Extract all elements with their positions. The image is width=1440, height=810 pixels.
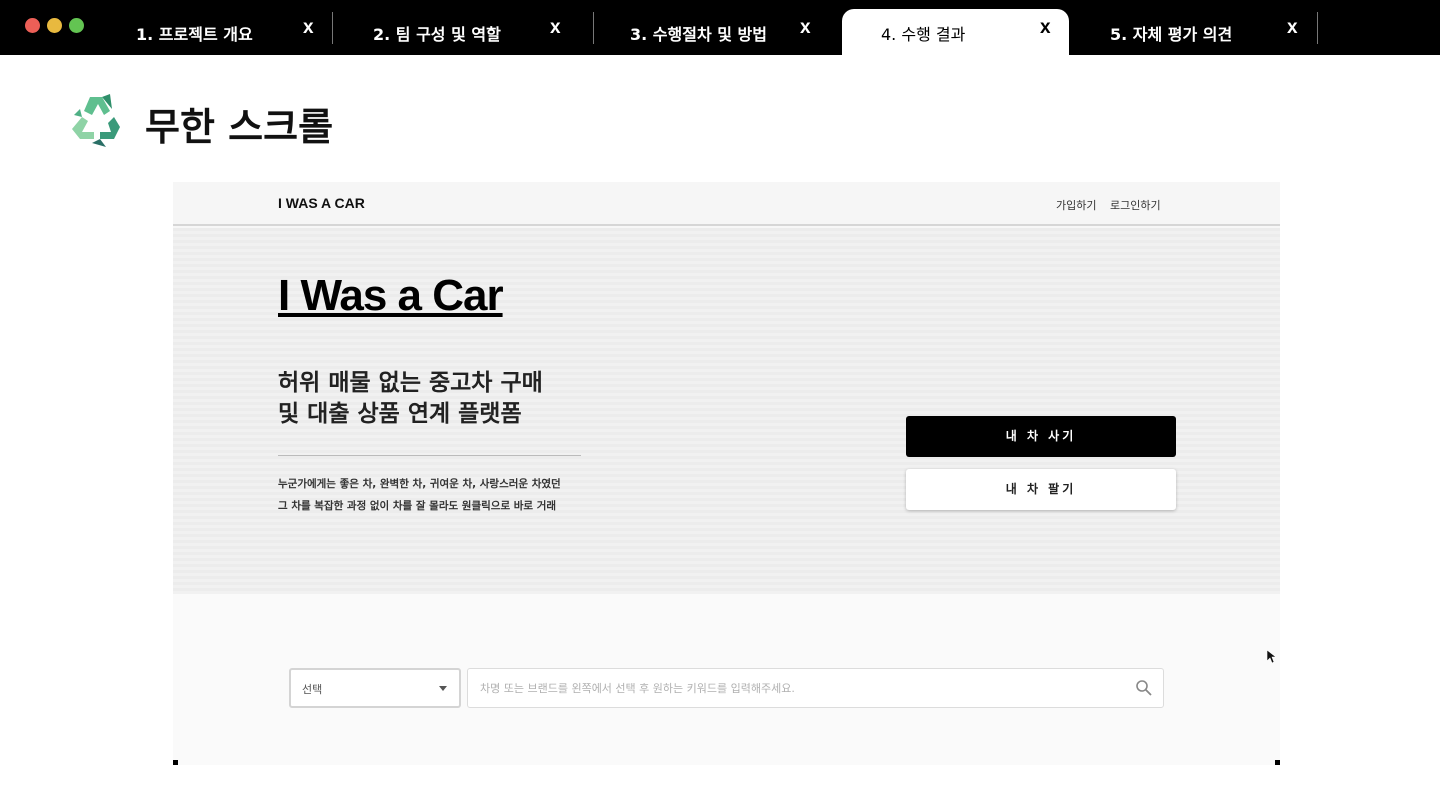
tab-label: 1. 프로젝트 개요	[136, 25, 253, 44]
tab-label: 4. 수행 결과	[881, 25, 966, 44]
tab-label: 2. 팀 구성 및 역할	[373, 25, 501, 44]
login-link[interactable]: 로그인하기	[1110, 197, 1161, 213]
site-logo[interactable]: I WAS A CAR	[278, 195, 365, 211]
hero-section: I Was a Car 허위 매물 없는 중고차 구매 및 대출 상품 연계 플…	[173, 228, 1280, 594]
buy-car-button[interactable]: 내 차 사기	[906, 416, 1176, 457]
tab-self-evaluation[interactable]: 5. 자체 평가 의견 x	[1069, 9, 1319, 55]
hero-description-line: 누군가에게는 좋은 차, 완벽한 차, 귀여운 차, 사랑스러운 차였던	[278, 478, 561, 490]
tab-results[interactable]: 4. 수행 결과 x	[842, 9, 1069, 55]
tab-close-icon[interactable]: x	[1287, 17, 1298, 39]
tab-project-overview[interactable]: 1. 프로젝트 개요 x	[100, 9, 333, 55]
tab-label: 3. 수행절차 및 방법	[630, 25, 767, 44]
tab-team-roles[interactable]: 2. 팀 구성 및 역할 x	[333, 9, 594, 55]
brand-select[interactable]: 선택	[289, 668, 461, 708]
hero-description: 누군가에게는 좋은 차, 완벽한 차, 귀여운 차, 사랑스러운 차였던 그 차…	[278, 473, 598, 517]
tab-close-icon[interactable]: x	[1040, 17, 1051, 39]
tab-label: 5. 자체 평가 의견	[1110, 25, 1233, 44]
tab-close-icon[interactable]: x	[550, 17, 561, 39]
hero-subtitle: 허위 매물 없는 중고차 구매 및 대출 상품 연계 플랫폼	[278, 368, 578, 430]
frame-corner	[1275, 760, 1280, 765]
search-icon[interactable]	[1135, 679, 1153, 697]
hero-subtitle-line: 허위 매물 없는 중고차 구매	[278, 370, 543, 396]
website-preview: I WAS A CAR 가입하기 로그인하기 I Was a Car 허위 매물…	[173, 182, 1280, 765]
window-minimize-button[interactable]	[47, 18, 62, 33]
recycle-icon	[72, 94, 120, 147]
hero-description-line: 그 차를 복잡한 과정 없이 차를 잘 몰라도 원클릭으로 바로 거래	[278, 500, 557, 512]
signup-link[interactable]: 가입하기	[1056, 197, 1096, 213]
hero-title: I Was a Car	[278, 271, 504, 320]
page-title: 무한 스크롤	[145, 105, 334, 149]
chevron-down-icon	[439, 686, 447, 691]
mouse-cursor-icon	[1267, 650, 1277, 664]
search-input[interactable]	[467, 668, 1164, 708]
tab-divider	[1317, 12, 1318, 44]
tab-procedure-method[interactable]: 3. 수행절차 및 방법 x	[593, 9, 841, 55]
site-navbar: I WAS A CAR 가입하기 로그인하기	[173, 182, 1280, 226]
tab-close-icon[interactable]: x	[800, 17, 811, 39]
sell-car-button[interactable]: 내 차 팔기	[906, 469, 1176, 510]
window-close-button[interactable]	[25, 18, 40, 33]
tab-close-icon[interactable]: x	[303, 17, 314, 39]
tab-bar: 1. 프로젝트 개요 x 2. 팀 구성 및 역할 x 3. 수행절차 및 방법…	[0, 0, 1440, 55]
select-value: 선택	[302, 683, 323, 696]
search-section: 선택	[173, 594, 1280, 765]
hero-divider	[278, 455, 581, 456]
hero-subtitle-line: 및 대출 상품 연계 플랫폼	[278, 401, 522, 427]
window-zoom-button[interactable]	[69, 18, 84, 33]
frame-corner	[173, 760, 178, 765]
